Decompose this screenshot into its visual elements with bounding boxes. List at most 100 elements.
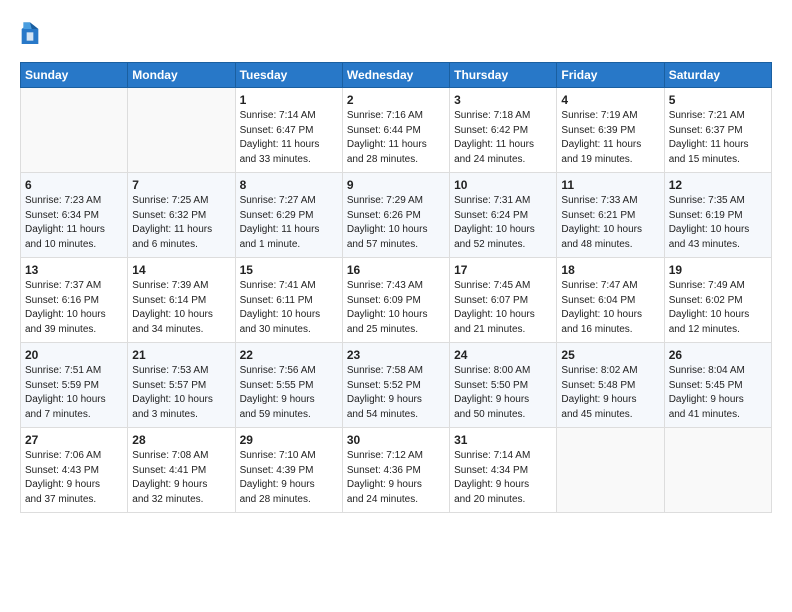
calendar-cell: 11 Sunrise: 7:33 AM Sunset: 6:21 PM Dayli…	[557, 173, 664, 258]
day-info: Sunrise: 7:18 AM Sunset: 6:42 PM Dayligh…	[454, 109, 552, 167]
header	[20, 20, 772, 48]
day-info: Sunrise: 7:21 AM Sunset: 6:37 PM Dayligh…	[669, 109, 767, 167]
calendar-cell: 8Sunrise: 7:27 AM Sunset: 6:29 PM Daylig…	[235, 173, 342, 258]
day-number: 15	[240, 263, 338, 277]
calendar-cell: 3 Sunrise: 7:18 AM Sunset: 6:42 PM Daylig…	[450, 88, 557, 173]
day-info: Sunrise: 7:37 AM Sunset: 6:16 PM Dayligh…	[25, 279, 123, 337]
day-number: 23	[347, 348, 445, 362]
page: SundayMondayTuesdayWednesdayThursdayFrid…	[0, 0, 792, 523]
day-info: Sunrise: 7:10 AM Sunset: 4:39 PM Dayligh…	[240, 449, 338, 507]
day-number: 6	[25, 178, 123, 192]
day-info: Sunrise: 7:14 AM Sunset: 4:34 PM Dayligh…	[454, 449, 552, 507]
week-row-3: 13 Sunrise: 7:37 AM Sunset: 6:16 PM Dayli…	[21, 258, 772, 343]
calendar-cell: 22 Sunrise: 7:56 AM Sunset: 5:55 PM Dayli…	[235, 343, 342, 428]
calendar-table: SundayMondayTuesdayWednesdayThursdayFrid…	[20, 62, 772, 513]
day-number: 18	[561, 263, 659, 277]
calendar-cell: 16 Sunrise: 7:43 AM Sunset: 6:09 PM Dayli…	[342, 258, 449, 343]
calendar-cell: 20 Sunrise: 7:51 AM Sunset: 5:59 PM Dayli…	[21, 343, 128, 428]
week-row-4: 20 Sunrise: 7:51 AM Sunset: 5:59 PM Dayli…	[21, 343, 772, 428]
day-number: 12	[669, 178, 767, 192]
calendar-cell: 9 Sunrise: 7:29 AM Sunset: 6:26 PM Daylig…	[342, 173, 449, 258]
calendar-cell: 7 Sunrise: 7:25 AM Sunset: 6:32 PM Daylig…	[128, 173, 235, 258]
day-info: Sunrise: 8:02 AM Sunset: 5:48 PM Dayligh…	[561, 364, 659, 422]
day-info: Sunrise: 7:35 AM Sunset: 6:19 PM Dayligh…	[669, 194, 767, 252]
day-info: Sunrise: 7:08 AM Sunset: 4:41 PM Dayligh…	[132, 449, 230, 507]
day-info: Sunrise: 7:14 AM Sunset: 6:47 PM Dayligh…	[240, 109, 338, 167]
day-info: Sunrise: 7:19 AM Sunset: 6:39 PM Dayligh…	[561, 109, 659, 167]
day-info: Sunrise: 7:25 AM Sunset: 6:32 PM Dayligh…	[132, 194, 230, 252]
day-number: 21	[132, 348, 230, 362]
logo-icon	[20, 20, 40, 48]
week-row-1: 1 Sunrise: 7:14 AM Sunset: 6:47 PM Daylig…	[21, 88, 772, 173]
day-number: 29	[240, 433, 338, 447]
day-info: Sunrise: 7:23 AM Sunset: 6:34 PM Dayligh…	[25, 194, 123, 252]
day-number: 3	[454, 93, 552, 107]
day-info: Sunrise: 7:31 AM Sunset: 6:24 PM Dayligh…	[454, 194, 552, 252]
calendar-cell: 18 Sunrise: 7:47 AM Sunset: 6:04 PM Dayli…	[557, 258, 664, 343]
calendar-cell: 4 Sunrise: 7:19 AM Sunset: 6:39 PM Daylig…	[557, 88, 664, 173]
day-number: 1	[240, 93, 338, 107]
day-number: 28	[132, 433, 230, 447]
day-number: 8	[240, 178, 338, 192]
day-number: 4	[561, 93, 659, 107]
calendar-cell: 30 Sunrise: 7:12 AM Sunset: 4:36 PM Dayli…	[342, 428, 449, 513]
logo	[20, 20, 42, 48]
day-number: 20	[25, 348, 123, 362]
col-header-friday: Friday	[557, 63, 664, 88]
day-info: Sunrise: 7:56 AM Sunset: 5:55 PM Dayligh…	[240, 364, 338, 422]
day-number: 9	[347, 178, 445, 192]
day-number: 13	[25, 263, 123, 277]
day-info: Sunrise: 7:49 AM Sunset: 6:02 PM Dayligh…	[669, 279, 767, 337]
day-number: 5	[669, 93, 767, 107]
col-header-sunday: Sunday	[21, 63, 128, 88]
week-row-2: 6 Sunrise: 7:23 AM Sunset: 6:34 PM Daylig…	[21, 173, 772, 258]
day-info: Sunrise: 7:16 AM Sunset: 6:44 PM Dayligh…	[347, 109, 445, 167]
day-info: Sunrise: 7:29 AM Sunset: 6:26 PM Dayligh…	[347, 194, 445, 252]
day-number: 11	[561, 178, 659, 192]
day-info: Sunrise: 8:00 AM Sunset: 5:50 PM Dayligh…	[454, 364, 552, 422]
day-number: 16	[347, 263, 445, 277]
day-number: 2	[347, 93, 445, 107]
day-number: 27	[25, 433, 123, 447]
day-number: 7	[132, 178, 230, 192]
day-info: Sunrise: 7:12 AM Sunset: 4:36 PM Dayligh…	[347, 449, 445, 507]
calendar-cell	[664, 428, 771, 513]
calendar-cell	[21, 88, 128, 173]
day-info: Sunrise: 7:58 AM Sunset: 5:52 PM Dayligh…	[347, 364, 445, 422]
day-number: 17	[454, 263, 552, 277]
calendar-cell: 28 Sunrise: 7:08 AM Sunset: 4:41 PM Dayli…	[128, 428, 235, 513]
calendar-cell: 1 Sunrise: 7:14 AM Sunset: 6:47 PM Daylig…	[235, 88, 342, 173]
calendar-cell: 13 Sunrise: 7:37 AM Sunset: 6:16 PM Dayli…	[21, 258, 128, 343]
day-number: 30	[347, 433, 445, 447]
col-header-tuesday: Tuesday	[235, 63, 342, 88]
day-info: Sunrise: 7:33 AM Sunset: 6:21 PM Dayligh…	[561, 194, 659, 252]
calendar-cell: 26Sunrise: 8:04 AM Sunset: 5:45 PM Dayli…	[664, 343, 771, 428]
calendar-cell: 29 Sunrise: 7:10 AM Sunset: 4:39 PM Dayli…	[235, 428, 342, 513]
day-info: Sunrise: 7:43 AM Sunset: 6:09 PM Dayligh…	[347, 279, 445, 337]
calendar-cell	[128, 88, 235, 173]
day-info: Sunrise: 7:41 AM Sunset: 6:11 PM Dayligh…	[240, 279, 338, 337]
day-info: Sunrise: 7:45 AM Sunset: 6:07 PM Dayligh…	[454, 279, 552, 337]
day-number: 22	[240, 348, 338, 362]
calendar-cell	[557, 428, 664, 513]
day-number: 10	[454, 178, 552, 192]
calendar-cell: 19 Sunrise: 7:49 AM Sunset: 6:02 PM Dayli…	[664, 258, 771, 343]
calendar-cell: 23 Sunrise: 7:58 AM Sunset: 5:52 PM Dayli…	[342, 343, 449, 428]
day-number: 31	[454, 433, 552, 447]
calendar-cell: 10 Sunrise: 7:31 AM Sunset: 6:24 PM Dayli…	[450, 173, 557, 258]
day-number: 19	[669, 263, 767, 277]
col-header-wednesday: Wednesday	[342, 63, 449, 88]
day-info: Sunrise: 7:47 AM Sunset: 6:04 PM Dayligh…	[561, 279, 659, 337]
day-info: Sunrise: 7:51 AM Sunset: 5:59 PM Dayligh…	[25, 364, 123, 422]
calendar-cell: 31 Sunrise: 7:14 AM Sunset: 4:34 PM Dayli…	[450, 428, 557, 513]
calendar-cell: 25Sunrise: 8:02 AM Sunset: 5:48 PM Dayli…	[557, 343, 664, 428]
header-row: SundayMondayTuesdayWednesdayThursdayFrid…	[21, 63, 772, 88]
col-header-thursday: Thursday	[450, 63, 557, 88]
calendar-cell: 12 Sunrise: 7:35 AM Sunset: 6:19 PM Dayli…	[664, 173, 771, 258]
week-row-5: 27 Sunrise: 7:06 AM Sunset: 4:43 PM Dayli…	[21, 428, 772, 513]
day-info: Sunrise: 7:39 AM Sunset: 6:14 PM Dayligh…	[132, 279, 230, 337]
calendar-cell: 24 Sunrise: 8:00 AM Sunset: 5:50 PM Dayli…	[450, 343, 557, 428]
day-number: 24	[454, 348, 552, 362]
day-info: Sunrise: 7:06 AM Sunset: 4:43 PM Dayligh…	[25, 449, 123, 507]
calendar-cell: 14Sunrise: 7:39 AM Sunset: 6:14 PM Dayli…	[128, 258, 235, 343]
